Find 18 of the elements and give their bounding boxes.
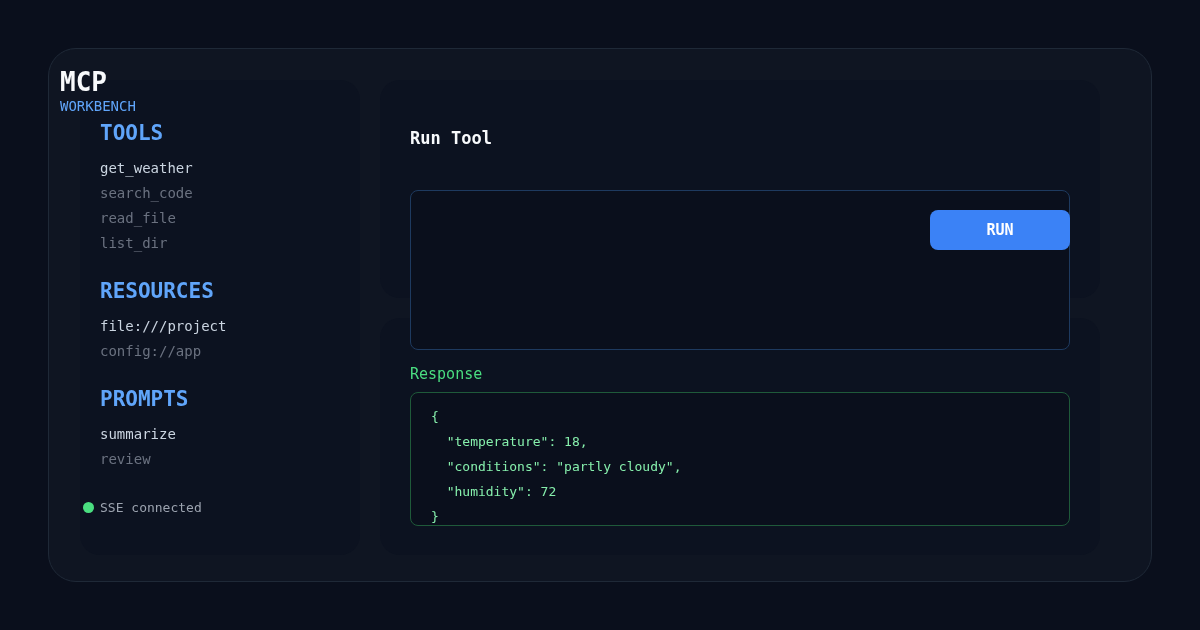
sidebar-item[interactable]: review [100, 447, 340, 472]
sidebar-item[interactable]: config://app [100, 339, 340, 364]
sidebar-item[interactable]: search_code [100, 181, 340, 206]
brand-subtitle: WORKBENCH [60, 97, 136, 115]
run-button[interactable]: RUN [930, 210, 1070, 250]
section-heading: PROMPTS [100, 386, 190, 412]
status-text: SSE connected [100, 500, 202, 515]
sidebar-item[interactable]: summarize [100, 422, 340, 447]
sidebar-item[interactable]: get_weather [100, 156, 340, 181]
panel-title: Run Tool [410, 127, 493, 150]
brand-title: MCP [60, 67, 108, 97]
response-label: Response [410, 364, 484, 384]
sidebar-item[interactable]: file:///project [100, 314, 340, 339]
section-heading: TOOLS [100, 120, 165, 146]
sidebar-item[interactable]: list_dir [100, 231, 340, 256]
section-heading: RESOURCES [100, 278, 215, 304]
sidebar-item[interactable]: read_file [100, 206, 340, 231]
response-json: { "temperature": 18, "conditions": "partly cloudy", "humidity": 72 } [431, 408, 683, 526]
